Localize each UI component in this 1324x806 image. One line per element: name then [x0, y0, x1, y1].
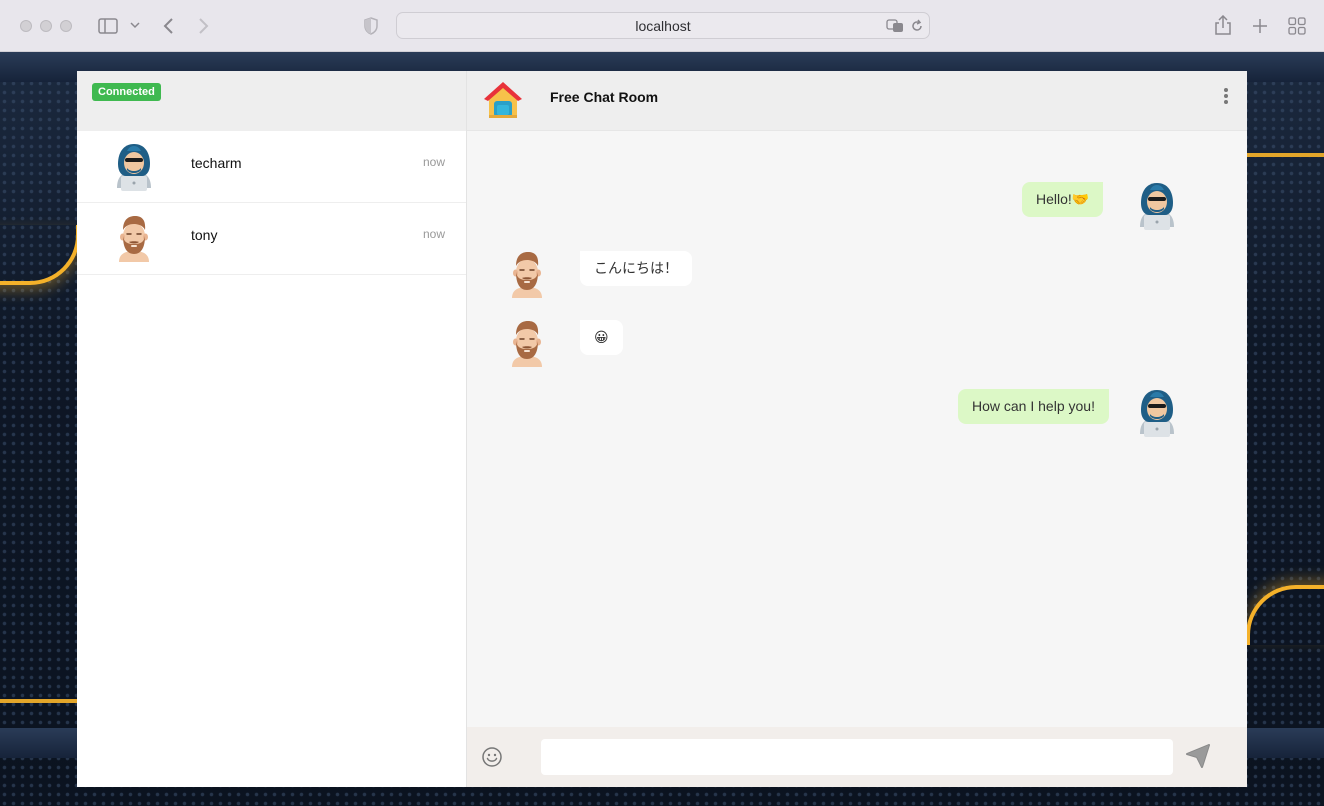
- chat-header: Free Chat Room: [467, 71, 1247, 131]
- decor-line: [0, 699, 78, 703]
- sidebar-toggle-icon[interactable]: [98, 18, 118, 34]
- contact-item-techarm[interactable]: techarm now: [77, 131, 466, 203]
- translate-icon[interactable]: [886, 19, 904, 33]
- contact-time: now: [422, 155, 445, 169]
- sidebar-header: Connected: [77, 71, 466, 131]
- decor-line: [1246, 153, 1324, 157]
- zoom-window-button[interactable]: [60, 20, 72, 32]
- address-bar[interactable]: localhost: [396, 12, 930, 39]
- chevron-down-icon[interactable]: [130, 21, 140, 29]
- contact-name: tony: [191, 227, 218, 243]
- bearded-man-avatar: [511, 251, 543, 299]
- contact-name: techarm: [191, 155, 242, 171]
- forward-arrow-icon[interactable]: [198, 17, 210, 35]
- more-options-icon[interactable]: [1223, 88, 1229, 106]
- share-icon[interactable]: [1214, 15, 1232, 35]
- send-icon[interactable]: [1185, 743, 1211, 769]
- contacts-sidebar: Connected techarm now tony now: [77, 71, 467, 787]
- message-bubble: 😀: [580, 320, 623, 355]
- hooded-hacker-avatar: [117, 144, 151, 191]
- hooded-hacker-avatar: [1140, 390, 1174, 437]
- chat-panel: Free Chat Room Hello!🤝 こんにちは！ 😀 How can …: [467, 71, 1247, 787]
- new-tab-icon[interactable]: [1252, 18, 1268, 34]
- tab-overview-icon[interactable]: [1288, 17, 1306, 35]
- url-text: localhost: [635, 18, 691, 34]
- message-bubble: Hello!🤝: [1022, 182, 1104, 217]
- connection-status-badge: Connected: [92, 83, 161, 101]
- shield-icon[interactable]: [364, 17, 378, 35]
- chat-app: Connected techarm now tony now Free Chat…: [77, 71, 1247, 787]
- bearded-man-avatar: [511, 320, 543, 368]
- house-icon: [484, 82, 522, 118]
- emoji-icon[interactable]: [481, 746, 503, 768]
- browser-toolbar: localhost: [0, 0, 1324, 52]
- bearded-man-avatar: [118, 215, 150, 263]
- contact-time: now: [422, 227, 445, 241]
- message-bubble: How can I help you!: [958, 389, 1109, 424]
- message-composer: [467, 727, 1247, 787]
- message-list: Hello!🤝 こんにちは！ 😀 How can I help you!: [467, 131, 1247, 727]
- hooded-hacker-avatar: [1140, 183, 1174, 230]
- minimize-window-button[interactable]: [40, 20, 52, 32]
- contact-item-tony[interactable]: tony now: [77, 203, 466, 275]
- message-bubble: こんにちは！: [580, 251, 692, 286]
- reload-icon[interactable]: [910, 19, 924, 33]
- room-title: Free Chat Room: [550, 89, 659, 105]
- back-arrow-icon[interactable]: [162, 17, 174, 35]
- message-input[interactable]: [541, 739, 1173, 775]
- close-window-button[interactable]: [20, 20, 32, 32]
